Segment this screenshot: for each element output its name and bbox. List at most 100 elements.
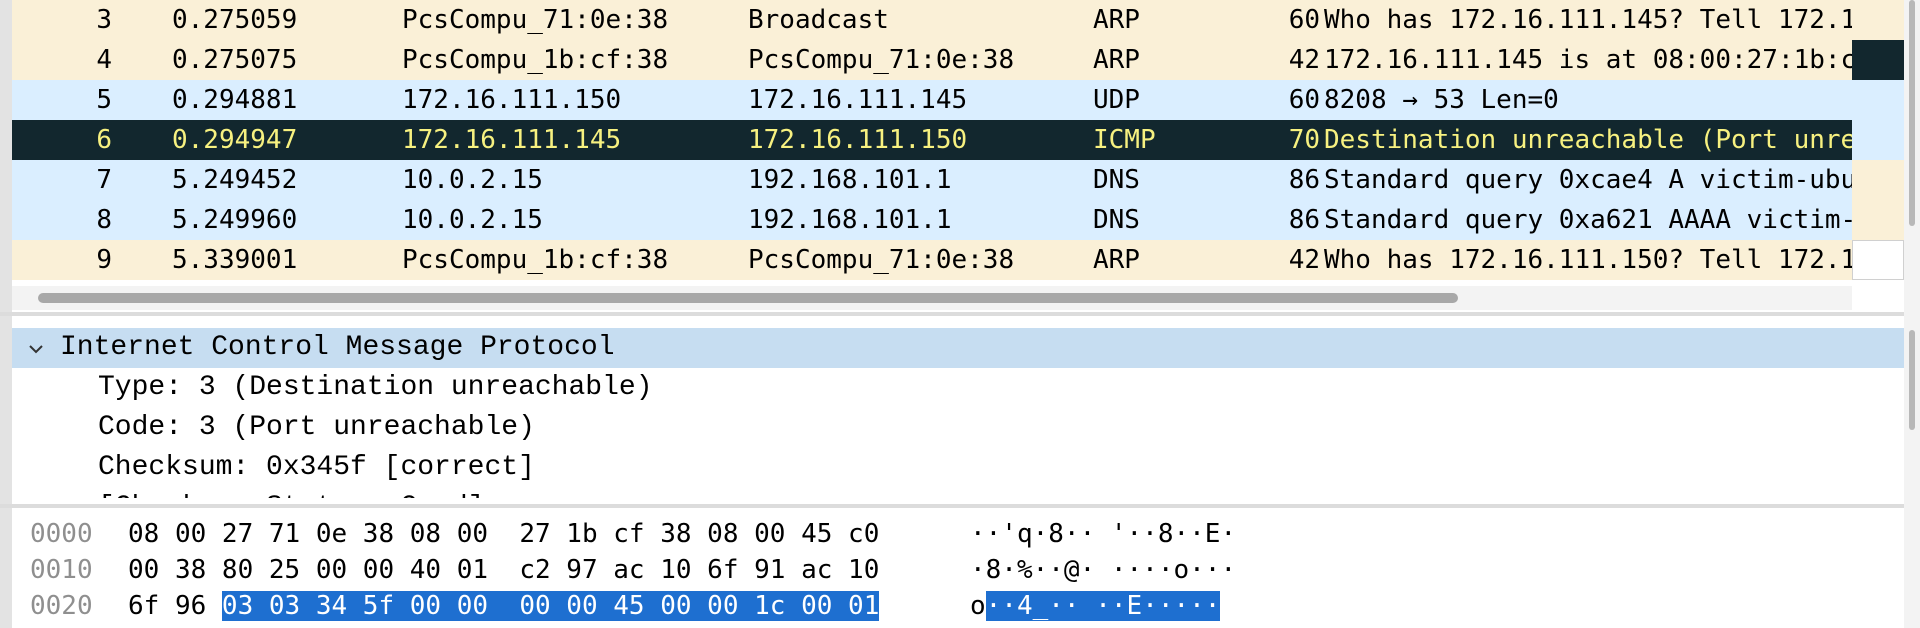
hex-ascii[interactable]: o··4_·· ··E····· — [970, 588, 1221, 624]
minimap-segment — [1852, 0, 1904, 40]
col-protocol: DNS — [1093, 165, 1140, 195]
minimap-segment — [1852, 240, 1904, 280]
col-time: 5.249452 — [172, 165, 298, 195]
col-info: 8208 → 53 Len=0 — [1324, 85, 1559, 115]
col-time: 0.275059 — [172, 5, 298, 35]
hex-ascii-selected: ··4_·· ··E····· — [985, 591, 1221, 621]
col-source: 10.0.2.15 — [402, 165, 543, 195]
pane-splitter-top[interactable] — [0, 312, 1904, 316]
col-source: PcsCompu_1b:cf:38 — [402, 245, 669, 275]
details-tree-header[interactable]: Internet Control Message Protocol — [12, 328, 1904, 368]
col-time: 5.339001 — [172, 245, 298, 275]
hex-offset: 0020 — [30, 591, 93, 621]
col-length: 60 — [1288, 5, 1320, 35]
minimap-segment — [1852, 40, 1904, 80]
col-protocol: ARP — [1093, 245, 1140, 275]
packet-details-pane[interactable]: Internet Control Message Protocol Type: … — [12, 322, 1904, 498]
col-destination: Broadcast — [748, 5, 889, 35]
minimap-segment — [1852, 120, 1904, 160]
packet-row[interactable]: 8 5.249960 10.0.2.15 192.168.101.1 DNS 86 Stan… — [12, 200, 1852, 240]
hex-row: 0020 6f 96 03 03 34 5f 00 00 00 00 45 00… — [12, 588, 1904, 624]
col-destination: 192.168.101.1 — [748, 205, 952, 235]
hex-bytes[interactable]: 00 38 80 25 00 00 40 01 c2 97 ac 10 6f 9… — [128, 552, 879, 588]
col-source: 172.16.111.145 — [402, 125, 622, 155]
minimap-segment — [1852, 160, 1904, 200]
hex-ascii[interactable]: ··'q·8·· '··8··E· — [970, 516, 1236, 552]
hex-dump-pane[interactable]: 0000 08 00 27 71 0e 38 08 00 27 1b cf 38… — [12, 514, 1904, 628]
col-protocol: UDP — [1093, 85, 1140, 115]
packet-row-selected[interactable]: 6 0.294947 172.16.111.145 172.16.111.150 ICM… — [12, 120, 1852, 160]
col-length: 42 — [1288, 245, 1320, 275]
col-protocol: DNS — [1093, 205, 1140, 235]
col-no: 4 — [96, 45, 112, 75]
horizontal-scroll-thumb[interactable] — [38, 293, 1458, 303]
packet-row[interactable]: 9 5.339001 PcsCompu_1b:cf:38 PcsCompu_71:0e… — [12, 240, 1852, 280]
col-no: 5 — [96, 85, 112, 115]
col-info: Standard query 0xcae4 A victim-ubuntu — [1324, 165, 1852, 195]
chevron-down-icon[interactable] — [24, 328, 48, 368]
vertical-scrollbar[interactable] — [1904, 0, 1920, 628]
hex-bytes-text: 6f 96 — [128, 591, 222, 621]
col-length: 60 — [1288, 85, 1320, 115]
minimap-segment — [1852, 200, 1904, 240]
packet-list-scroll-thumb[interactable] — [1909, 0, 1915, 226]
details-field-checksum[interactable]: Checksum: 0x345f [correct] — [98, 448, 535, 488]
details-header-label: Internet Control Message Protocol — [60, 332, 615, 363]
packet-list-horizontal-scrollbar[interactable] — [12, 286, 1852, 310]
hex-bytes-text: 00 38 80 25 00 00 40 01 c2 97 ac 10 6f 9… — [128, 555, 880, 585]
hex-bytes[interactable]: 08 00 27 71 0e 38 08 00 27 1b cf 38 08 0… — [128, 516, 879, 552]
hex-ascii-text: o — [970, 591, 986, 621]
col-length: 86 — [1288, 205, 1320, 235]
hex-offset: 0000 — [30, 519, 93, 549]
details-scroll-thumb[interactable] — [1909, 330, 1915, 430]
packet-list[interactable]: 3 0.275059 PcsCompu_71:0e:38 Broadcast ARP 60… — [12, 0, 1852, 290]
col-destination: 172.16.111.150 — [748, 125, 968, 155]
col-destination: PcsCompu_71:0e:38 — [748, 245, 1015, 275]
col-length: 42 — [1288, 45, 1320, 75]
minimap-segment — [1852, 80, 1904, 120]
col-no: 9 — [96, 245, 112, 275]
col-no: 3 — [96, 5, 112, 35]
col-source: 10.0.2.15 — [402, 205, 543, 235]
col-destination: 192.168.101.1 — [748, 165, 952, 195]
col-info: 172.16.111.145 is at 08:00:27:1b:cf:38 — [1324, 45, 1852, 75]
col-destination: 172.16.111.145 — [748, 85, 968, 115]
details-field-code[interactable]: Code: 3 (Port unreachable) — [98, 408, 535, 448]
details-field-type[interactable]: Type: 3 (Destination unreachable) — [98, 368, 653, 408]
hex-bytes-text: 08 00 27 71 0e 38 08 00 27 1b cf 38 08 0… — [128, 519, 880, 549]
packet-list-minimap[interactable] — [1852, 0, 1904, 290]
col-protocol: ARP — [1093, 45, 1140, 75]
col-time: 0.294947 — [172, 125, 298, 155]
hex-row: 0000 08 00 27 71 0e 38 08 00 27 1b cf 38… — [12, 516, 1904, 552]
packet-row[interactable]: 7 5.249452 10.0.2.15 192.168.101.1 DNS 86 Stan… — [12, 160, 1852, 200]
col-no: 6 — [96, 125, 112, 155]
details-field-checksum-status[interactable]: [Checksum Status: Good] — [98, 488, 484, 498]
col-info: Standard query 0xa621 AAAA victim-ubuntu — [1324, 205, 1852, 235]
hex-row: 0010 00 38 80 25 00 00 40 01 c2 97 ac 10… — [12, 552, 1904, 588]
col-no: 7 — [96, 165, 112, 195]
col-protocol: ARP — [1093, 5, 1140, 35]
col-info: Who has 172.16.111.150? Tell 172.16.111.… — [1324, 245, 1852, 275]
packet-row[interactable]: 4 0.275075 PcsCompu_1b:cf:38 PcsCompu_71:0e… — [12, 40, 1852, 80]
col-time: 0.294881 — [172, 85, 298, 115]
col-time: 0.275075 — [172, 45, 298, 75]
col-info: Who has 172.16.111.145? Tell 172.16.111.… — [1324, 5, 1852, 35]
packet-row[interactable]: 5 0.294881 172.16.111.150 172.16.111.145 UDP… — [12, 80, 1852, 120]
col-destination: PcsCompu_71:0e:38 — [748, 45, 1015, 75]
col-source: 172.16.111.150 — [402, 85, 622, 115]
col-source: PcsCompu_1b:cf:38 — [402, 45, 669, 75]
hex-bytes[interactable]: 6f 96 03 03 34 5f 00 00 00 00 45 00 00 1… — [128, 588, 880, 624]
col-length: 70 — [1288, 125, 1320, 155]
hex-bytes-selected: 03 03 34 5f 00 00 00 00 45 00 00 1c 00 0… — [221, 591, 880, 621]
hex-offset: 0010 — [30, 555, 93, 585]
col-length: 86 — [1288, 165, 1320, 195]
col-info: Destination unreachable (Port unreachabl… — [1324, 125, 1852, 155]
pane-splitter-bottom[interactable] — [0, 504, 1904, 508]
hex-ascii-text: ·8·%··@· ····o··· — [970, 555, 1237, 585]
packet-row[interactable]: 3 0.275059 PcsCompu_71:0e:38 Broadcast ARP 60… — [12, 0, 1852, 40]
col-time: 5.249960 — [172, 205, 298, 235]
hex-ascii-text: ··'q·8·· '··8··E· — [970, 519, 1237, 549]
col-protocol: ICMP — [1093, 125, 1156, 155]
hex-ascii[interactable]: ·8·%··@· ····o··· — [970, 552, 1236, 588]
col-no: 8 — [96, 205, 112, 235]
